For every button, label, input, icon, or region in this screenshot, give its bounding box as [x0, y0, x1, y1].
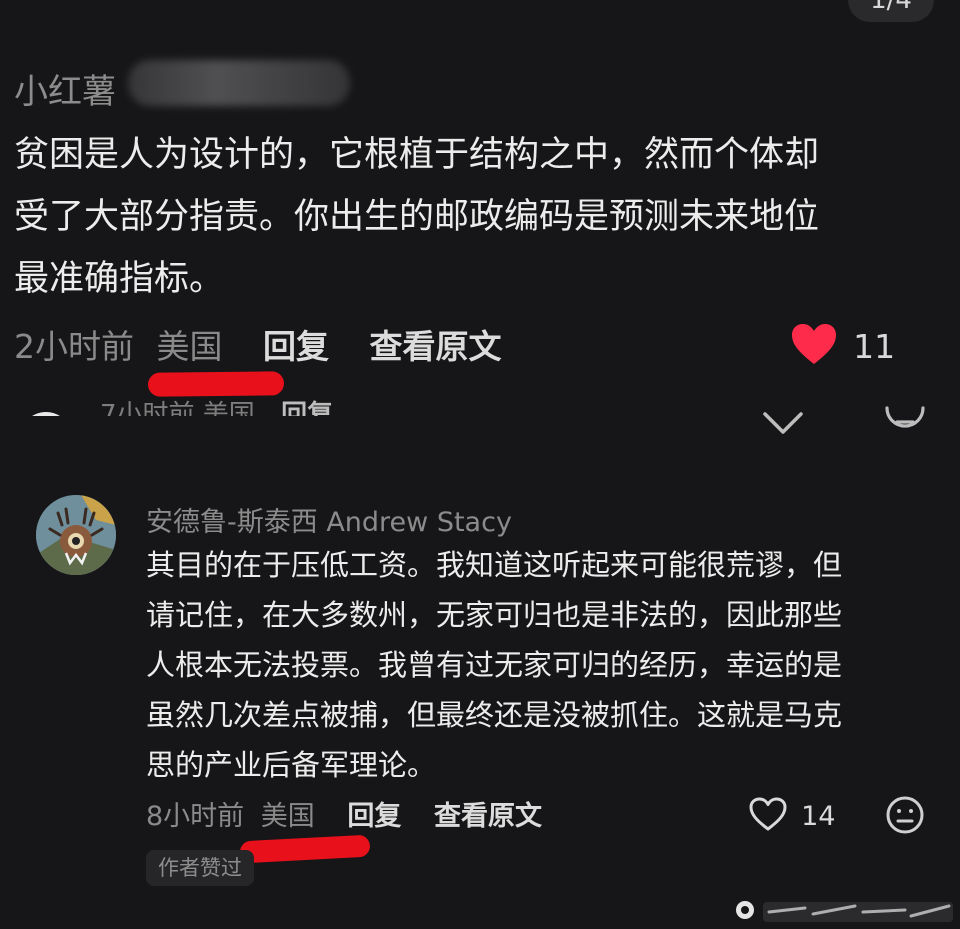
- top-comment-meta: 2小时前 美国 回复 查看原文: [14, 320, 502, 368]
- reply-location: 美国: [260, 801, 315, 832]
- comment-time-location: 7小时前 美国: [100, 400, 255, 416]
- view-original-button[interactable]: 查看原文: [370, 320, 502, 368]
- reply-line: 人根本无法投票。我曾有过无家可归的经历，幸运的是: [146, 648, 843, 682]
- top-comment-line: 受了大部分指责。你出生的邮政编码是预测未来地位: [14, 197, 820, 237]
- view-original-button[interactable]: 查看原文: [434, 794, 542, 833]
- top-comment-line: 最准确指标。: [14, 259, 225, 299]
- top-comment-like[interactable]: 11: [790, 322, 895, 370]
- reply-line: 请记住，在大多数州，无家可归也是非法的，因此那些: [146, 598, 843, 632]
- emoji-face-icon[interactable]: [884, 404, 926, 444]
- page-indicator: 1/4: [848, 0, 934, 22]
- username-blur-mask: [128, 60, 350, 106]
- avatar[interactable]: [36, 495, 116, 575]
- reply-time: 8小时前: [146, 801, 245, 832]
- emoji-face-icon[interactable]: [885, 795, 925, 839]
- reply-like[interactable]: 14: [748, 796, 835, 836]
- top-comment-text: 贫困是人为设计的，它根植于结构之中，然而个体却 受了大部分指责。你出生的邮政编码…: [14, 124, 960, 310]
- comment-location: 美国: [156, 327, 223, 366]
- reply-text: 其目的在于压低工资。我知道这听起来可能很荒谬，但 请记住，在大多数州，无家可归也…: [146, 540, 936, 790]
- like-count: 11: [853, 326, 896, 366]
- comment-time: 2小时前: [14, 327, 134, 366]
- heart-filled-icon[interactable]: [790, 322, 838, 370]
- reply-line: 思的产业后备军理论。: [146, 748, 437, 782]
- reply-meta: 8小时前 美国 回复 查看原文: [146, 794, 542, 834]
- reply-button[interactable]: 回复: [281, 400, 333, 416]
- author-liked-badge: 作者赞过: [146, 850, 254, 886]
- cut-off-comment-row: 7小时前 美国 回复: [0, 388, 960, 416]
- reply-button[interactable]: 回复: [263, 320, 329, 368]
- like-count: 14: [801, 800, 836, 832]
- heart-outline-icon[interactable]: [748, 796, 788, 836]
- red-annotation-underline: [239, 834, 371, 864]
- top-comment-username[interactable]: 小红薯: [14, 64, 116, 113]
- avatar: [20, 412, 72, 416]
- reply-author-name[interactable]: 安德鲁-斯泰西 Andrew Stacy: [146, 500, 512, 539]
- top-comment-line: 贫困是人为设计的，它根植于结构之中，然而个体却: [14, 135, 820, 175]
- chevron-down-icon[interactable]: [762, 406, 804, 440]
- reply-line: 其目的在于压低工资。我知道这听起来可能很荒谬，但: [146, 548, 843, 582]
- watermark: [735, 898, 960, 929]
- reply-button[interactable]: 回复: [347, 794, 401, 833]
- reply-line: 虽然几次差点被捕，但最终还是没被抓住。这就是马克: [146, 698, 843, 732]
